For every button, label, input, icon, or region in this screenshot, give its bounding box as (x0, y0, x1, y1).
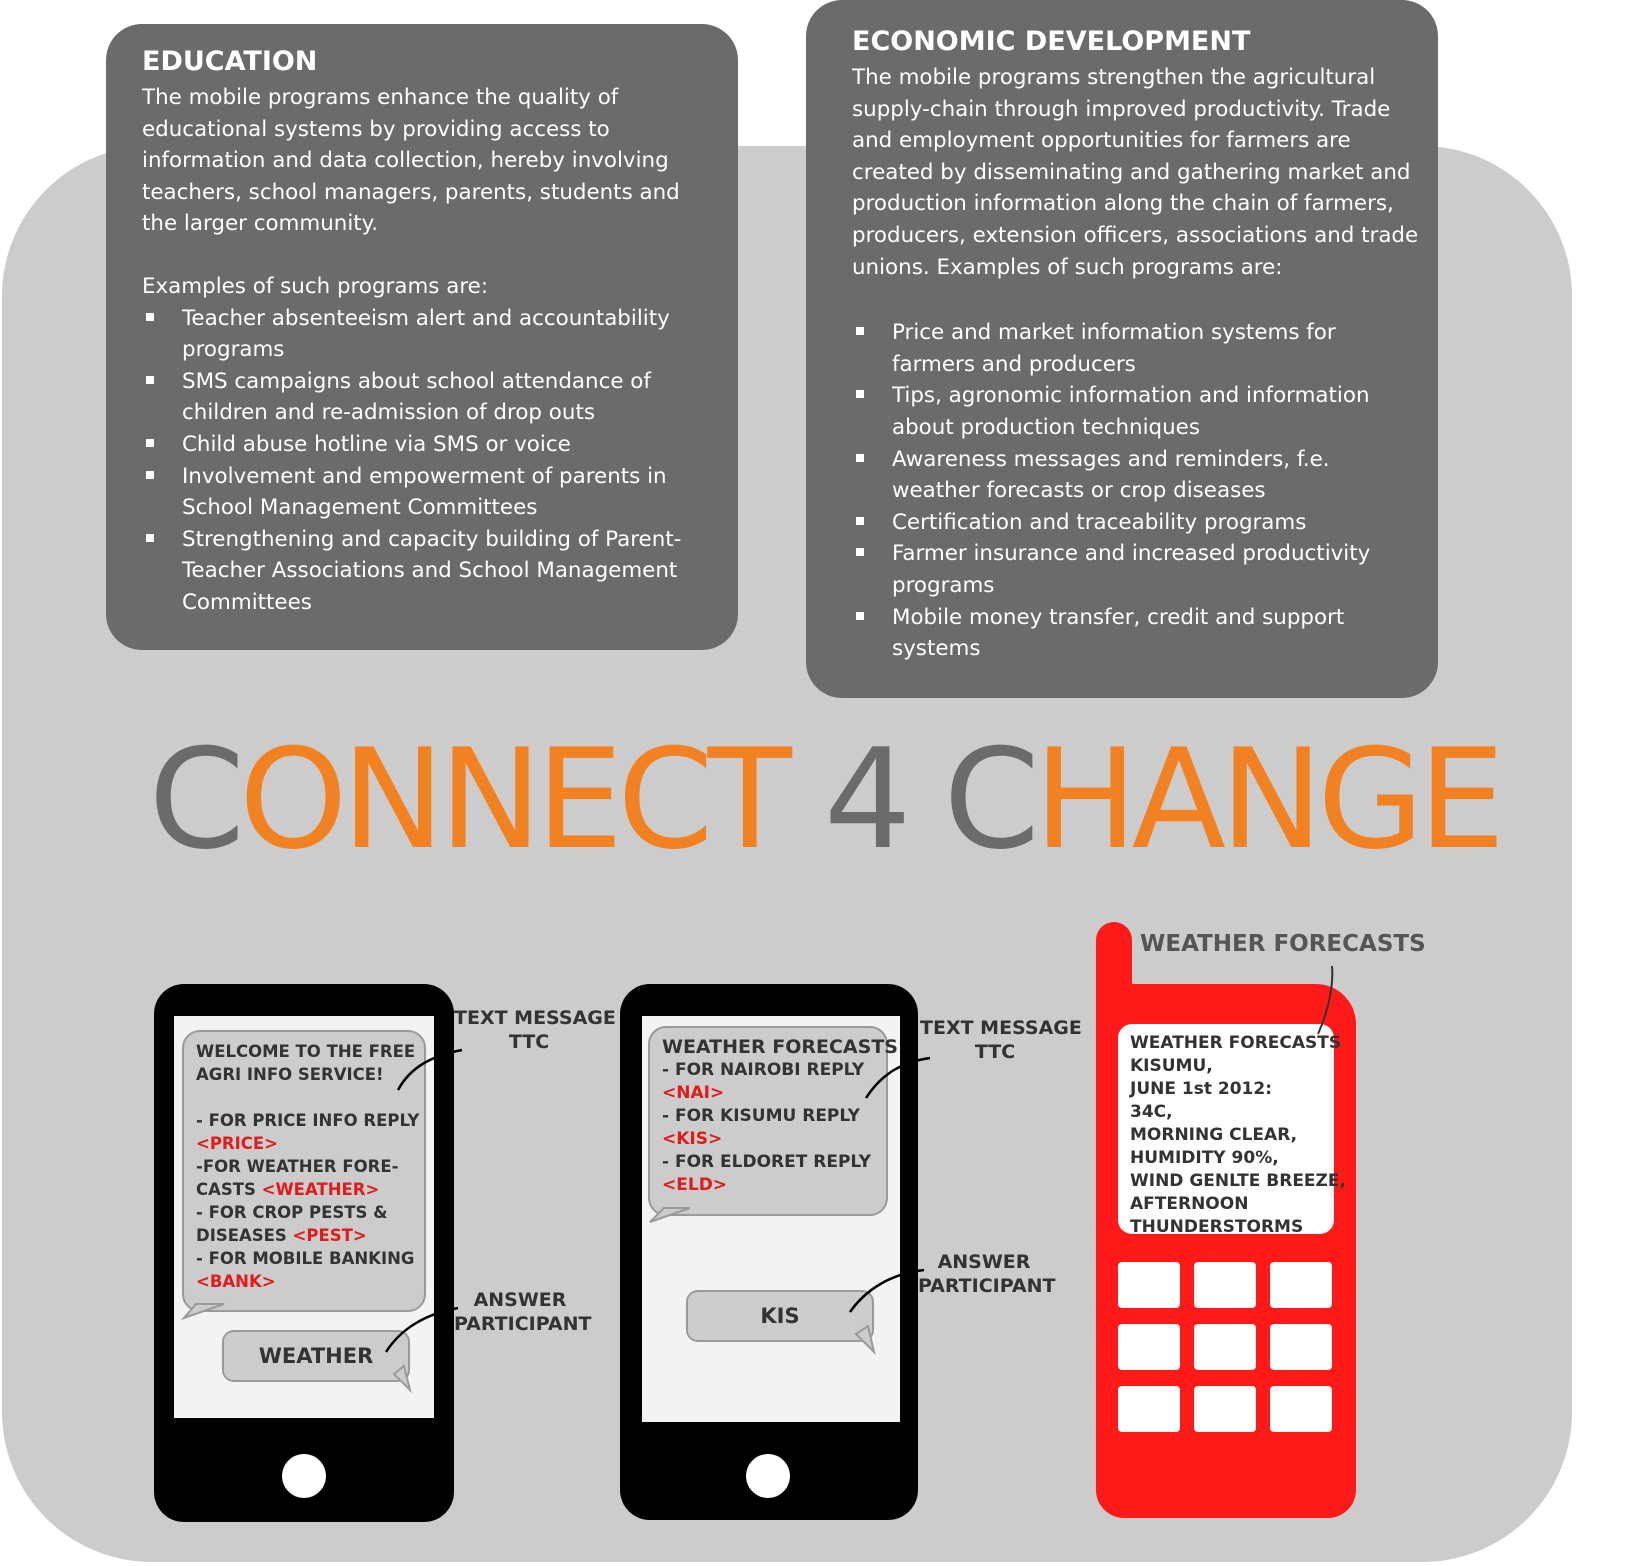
connector-overlay (180, 965, 1334, 1394)
bubble-tail (180, 1303, 225, 1321)
bubble-tail (392, 1364, 412, 1394)
callout-line (384, 1306, 459, 1353)
callout-line (864, 1056, 931, 1099)
callout-line (848, 1268, 925, 1313)
bubble-tail (649, 1207, 691, 1223)
bubble-tail (854, 1324, 876, 1356)
callout-line (1317, 965, 1334, 1035)
callout-line (396, 1048, 463, 1091)
